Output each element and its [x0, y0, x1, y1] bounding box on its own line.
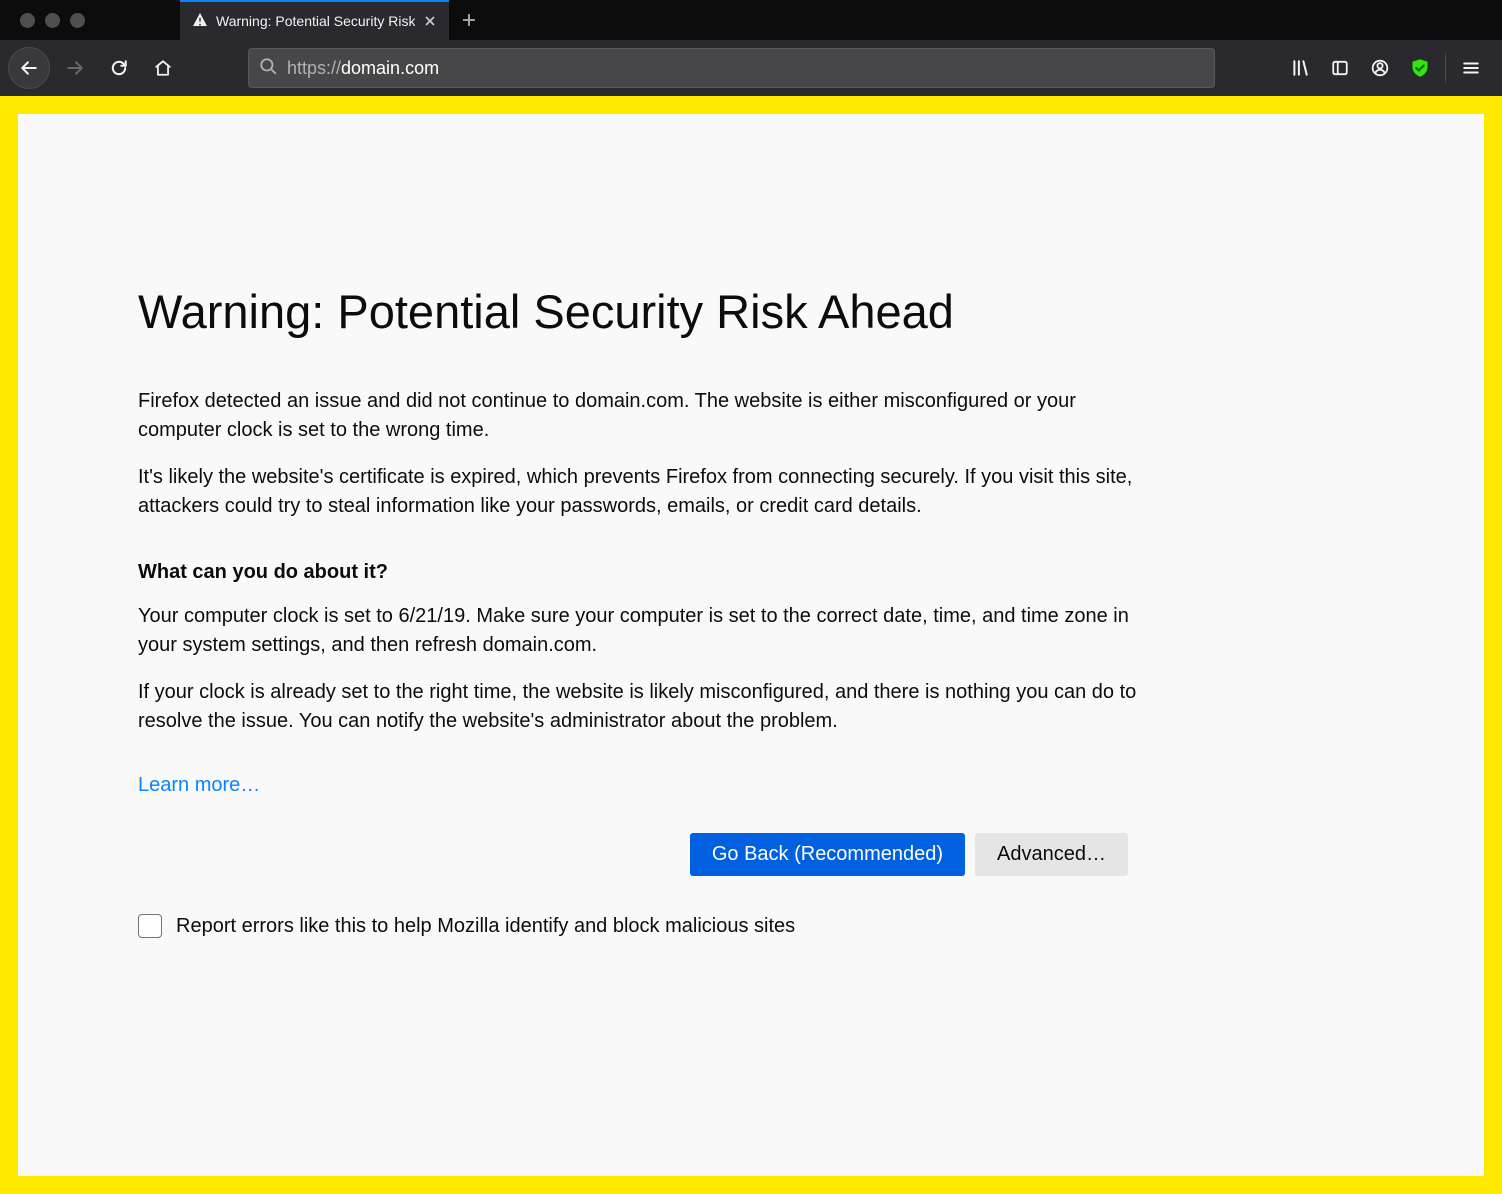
- close-window-button[interactable]: [20, 13, 35, 28]
- error-paragraph-1: Firefox detected an issue and did not co…: [138, 387, 1148, 445]
- tab-close-button[interactable]: [423, 14, 437, 28]
- report-label: Report errors like this to help Mozilla …: [176, 915, 795, 938]
- library-button[interactable]: [1281, 49, 1319, 87]
- back-button[interactable]: [8, 47, 50, 89]
- url-host: domain.com: [341, 58, 439, 78]
- go-back-button[interactable]: Go Back (Recommended): [690, 833, 965, 876]
- minimize-window-button[interactable]: [45, 13, 60, 28]
- home-button[interactable]: [144, 49, 182, 87]
- search-icon: [259, 57, 277, 80]
- toolbar-right: [1281, 49, 1494, 87]
- titlebar: Warning: Potential Security Risk: [0, 0, 1502, 40]
- account-button[interactable]: [1361, 49, 1399, 87]
- new-tab-button[interactable]: [449, 12, 489, 28]
- error-paragraph-2: It's likely the website's certificate is…: [138, 463, 1148, 521]
- button-row: Go Back (Recommended) Advanced…: [138, 833, 1128, 876]
- content-area: Warning: Potential Security Risk Ahead F…: [0, 96, 1502, 1194]
- maximize-window-button[interactable]: [70, 13, 85, 28]
- learn-more-link[interactable]: Learn more…: [138, 774, 260, 797]
- url-text: https://domain.com: [287, 58, 439, 79]
- report-checkbox[interactable]: [138, 914, 162, 938]
- url-protocol: https://: [287, 58, 341, 78]
- toolbar-divider: [1445, 53, 1446, 83]
- url-bar[interactable]: https://domain.com: [248, 48, 1215, 88]
- navigation-toolbar: https://domain.com: [0, 40, 1502, 96]
- sidebar-button[interactable]: [1321, 49, 1359, 87]
- warning-triangle-icon: [192, 12, 208, 31]
- error-page: Warning: Potential Security Risk Ahead F…: [18, 114, 1484, 1176]
- tab-title: Warning: Potential Security Risk: [216, 13, 415, 29]
- tab-security-warning[interactable]: Warning: Potential Security Risk: [180, 0, 449, 40]
- subheading: What can you do about it?: [138, 561, 1364, 584]
- window-controls: [20, 13, 85, 28]
- protection-shield-icon[interactable]: [1401, 49, 1439, 87]
- error-paragraph-3: Your computer clock is set to 6/21/19. M…: [138, 602, 1148, 660]
- advanced-button[interactable]: Advanced…: [975, 833, 1128, 876]
- app-menu-button[interactable]: [1452, 49, 1490, 87]
- page-heading: Warning: Potential Security Risk Ahead: [138, 284, 1364, 339]
- forward-button[interactable]: [56, 49, 94, 87]
- reload-button[interactable]: [100, 49, 138, 87]
- report-row: Report errors like this to help Mozilla …: [138, 914, 1364, 938]
- error-paragraph-4: If your clock is already set to the righ…: [138, 678, 1148, 736]
